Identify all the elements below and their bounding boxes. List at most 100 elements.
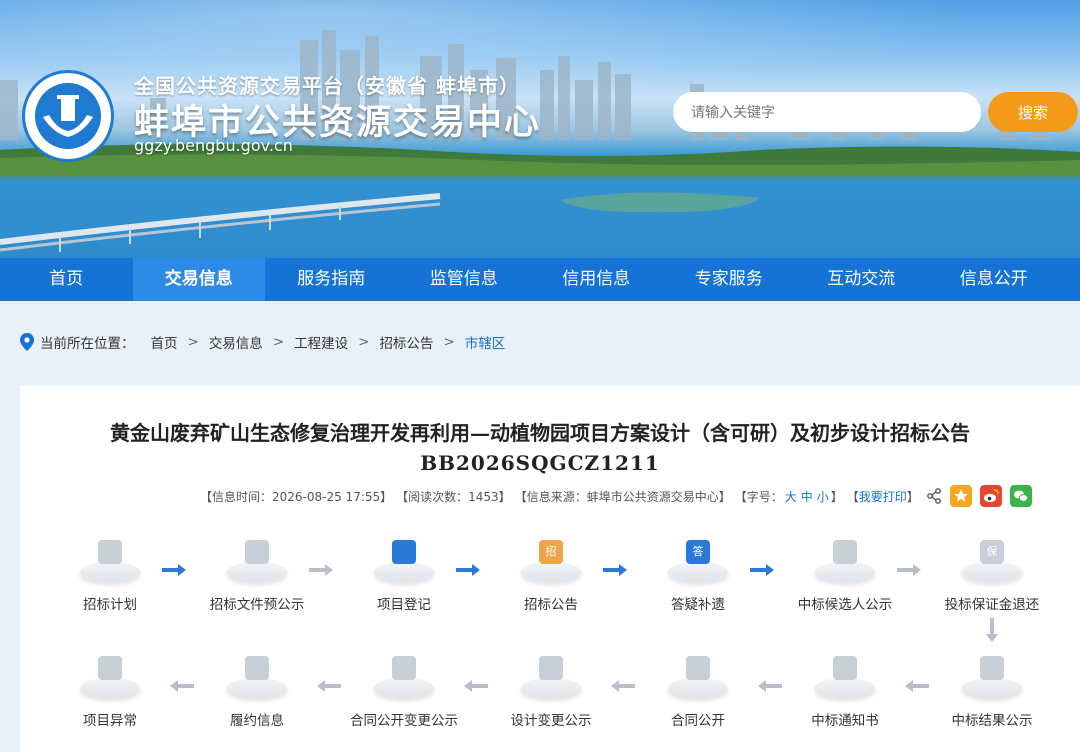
flow-pod — [813, 650, 877, 702]
flow-step-doc-preview[interactable]: 招标文件预公示 — [202, 534, 312, 613]
deposit-icon: 保 — [980, 540, 1004, 564]
flow-step-project-abnormal[interactable]: 项目异常 — [55, 650, 165, 729]
meta-font-prefix: 【字号： — [734, 490, 783, 504]
meta-views: 【阅读次数：1453】 — [396, 490, 511, 504]
calendar-check-icon — [245, 540, 269, 564]
breadcrumb-trade-info[interactable]: 交易信息 — [209, 332, 263, 352]
share-icon[interactable] — [926, 488, 942, 504]
nav-item-expert-service[interactable]: 专家服务 — [663, 258, 796, 301]
flow-step-design-change[interactable]: 设计变更公示 — [496, 650, 606, 729]
flow-step-label: 招标公告 — [524, 597, 578, 613]
flow-badge-text: 保 — [986, 545, 998, 558]
flow-step-label: 答疑补遗 — [671, 597, 725, 613]
search-button[interactable]: 搜索 — [988, 92, 1078, 132]
font-size-medium[interactable]: 中 — [801, 488, 813, 505]
nav-item-home[interactable]: 首页 — [0, 258, 133, 301]
flow-arrow-left-icon — [758, 680, 782, 692]
nav-item-supervision[interactable]: 监管信息 — [398, 258, 531, 301]
flow-step-label: 合同公开变更公示 — [350, 713, 458, 729]
share-bar — [926, 485, 1032, 507]
flow-arrow-left-icon — [170, 680, 194, 692]
contract-edit-icon — [392, 656, 416, 680]
flow-arrow-left-icon — [905, 680, 929, 692]
header-banner: 全国公共资源交易平台（安徽省 蚌埠市） 蚌埠市公共资源交易中心 ggzy.ben… — [0, 0, 1080, 258]
logo-emblem-icon — [35, 83, 101, 149]
flow-step-tender-notice[interactable]: 招 招标公告 — [496, 534, 606, 613]
breadcrumb-tender-notice[interactable]: 招标公告 — [379, 332, 433, 352]
nav-item-interaction[interactable]: 互动交流 — [795, 258, 928, 301]
nav-item-credit[interactable]: 信用信息 — [530, 258, 663, 301]
breadcrumb-separator: > — [358, 334, 370, 350]
site-logo[interactable] — [22, 70, 114, 162]
flow-step-tender-plan[interactable]: 招标计划 — [55, 534, 165, 613]
font-size-small[interactable]: 小 — [817, 488, 829, 505]
flow-step-label: 项目异常 — [83, 713, 137, 729]
tag-icon — [539, 656, 563, 680]
chart-line-icon — [245, 656, 269, 680]
flow-step-label: 中标通知书 — [811, 713, 879, 729]
meta-font-suffix: 】 — [830, 490, 843, 504]
flow-pod — [519, 650, 583, 702]
flow-step-label: 设计变更公示 — [510, 713, 592, 729]
hands-pillar-icon — [43, 95, 93, 137]
flow-arrow-right-icon — [897, 564, 921, 576]
nav-item-trade-info[interactable]: 交易信息 — [132, 258, 265, 301]
breadcrumb-district[interactable]: 市辖区 — [465, 332, 506, 352]
print-link[interactable]: 我要打印 — [859, 488, 907, 505]
register-doc-icon — [392, 540, 416, 564]
flow-arrow-down-icon — [986, 618, 998, 642]
flow-arrow-right-icon — [309, 564, 333, 576]
flow-arrow-right-icon — [456, 564, 480, 576]
flow-step-performance[interactable]: 履约信息 — [202, 650, 312, 729]
article-title: 黄金山废弃矿山生态修复治理开发再利用—动植物园项目方案设计（含可研）及初步设计招… — [110, 421, 970, 445]
flow-step-contract-public[interactable]: 合同公开 — [643, 650, 753, 729]
meta-source: 【信息来源：蚌埠市公共资源交易中心】 — [514, 490, 731, 504]
flow-arrow-left-icon — [317, 680, 341, 692]
flow-arrow-left-icon — [611, 680, 635, 692]
bookmark-icon — [833, 656, 857, 680]
flow-step-label: 招标文件预公示 — [209, 597, 305, 613]
flow-arrow-left-icon — [464, 680, 488, 692]
nav-item-service-guide[interactable]: 服务指南 — [265, 258, 398, 301]
article-code: BB2026SQGCZ1211 — [420, 451, 660, 475]
flow-pod — [372, 534, 436, 586]
meta-time: 【信息时间：2026-08-25 17:55】 — [200, 490, 393, 504]
result-check-icon — [980, 656, 1004, 680]
flow-step-contract-change[interactable]: 合同公开变更公示 — [349, 650, 459, 729]
font-size-large[interactable]: 大 — [785, 488, 797, 505]
abnormal-icon — [98, 656, 122, 680]
flow-step-label: 中标候选人公示 — [797, 597, 893, 613]
flow-arrow-right-icon — [603, 564, 627, 576]
flow-pod — [78, 534, 142, 586]
meta-print-close: 】 — [906, 490, 919, 504]
flow-step-project-register[interactable]: 项目登记 — [349, 534, 459, 613]
qzone-star-icon[interactable] — [950, 485, 972, 507]
flow-step-qa-supplement[interactable]: 答 答疑补遗 — [643, 534, 753, 613]
flow-step-label: 投标保证金退还 — [944, 597, 1040, 613]
breadcrumb-label: 当前所在位置： — [40, 336, 135, 352]
tender-notice-icon: 招 — [539, 540, 563, 564]
location-pin-icon — [20, 333, 34, 351]
candidate-badge-icon — [833, 540, 857, 564]
flow-step-label: 中标结果公示 — [951, 713, 1033, 729]
flow-step-label: 招标计划 — [83, 597, 137, 613]
plan-doc-icon — [98, 540, 122, 564]
flow-pod — [372, 650, 436, 702]
breadcrumb-separator: > — [187, 334, 199, 350]
meta-print-open: 【 — [846, 490, 859, 504]
flow-step-award-notice[interactable]: 中标通知书 — [790, 650, 900, 729]
flow-arrow-right-icon — [750, 564, 774, 576]
weibo-icon[interactable] — [980, 485, 1002, 507]
breadcrumb-engineering[interactable]: 工程建设 — [294, 332, 348, 352]
search-input[interactable] — [673, 92, 981, 132]
article-card: 黄金山废弃矿山生态修复治理开发再利用—动植物园项目方案设计（含可研）及初步设计招… — [20, 386, 1080, 752]
flow-step-label: 履约信息 — [230, 713, 284, 729]
flow-arrow-right-icon — [162, 564, 186, 576]
nav-item-info-disclosure[interactable]: 信息公开 — [928, 258, 1061, 301]
flow-step-candidate-notice[interactable]: 中标候选人公示 — [790, 534, 900, 613]
main-nav: 首页 交易信息 服务指南 监管信息 信用信息 专家服务 互动交流 信息公开 — [0, 258, 1080, 301]
flow-step-award-result[interactable]: 中标结果公示 — [937, 650, 1047, 729]
flow-step-deposit-refund[interactable]: 保 投标保证金退还 — [937, 534, 1047, 613]
wechat-icon[interactable] — [1010, 485, 1032, 507]
breadcrumb-home[interactable]: 首页 — [151, 332, 178, 352]
